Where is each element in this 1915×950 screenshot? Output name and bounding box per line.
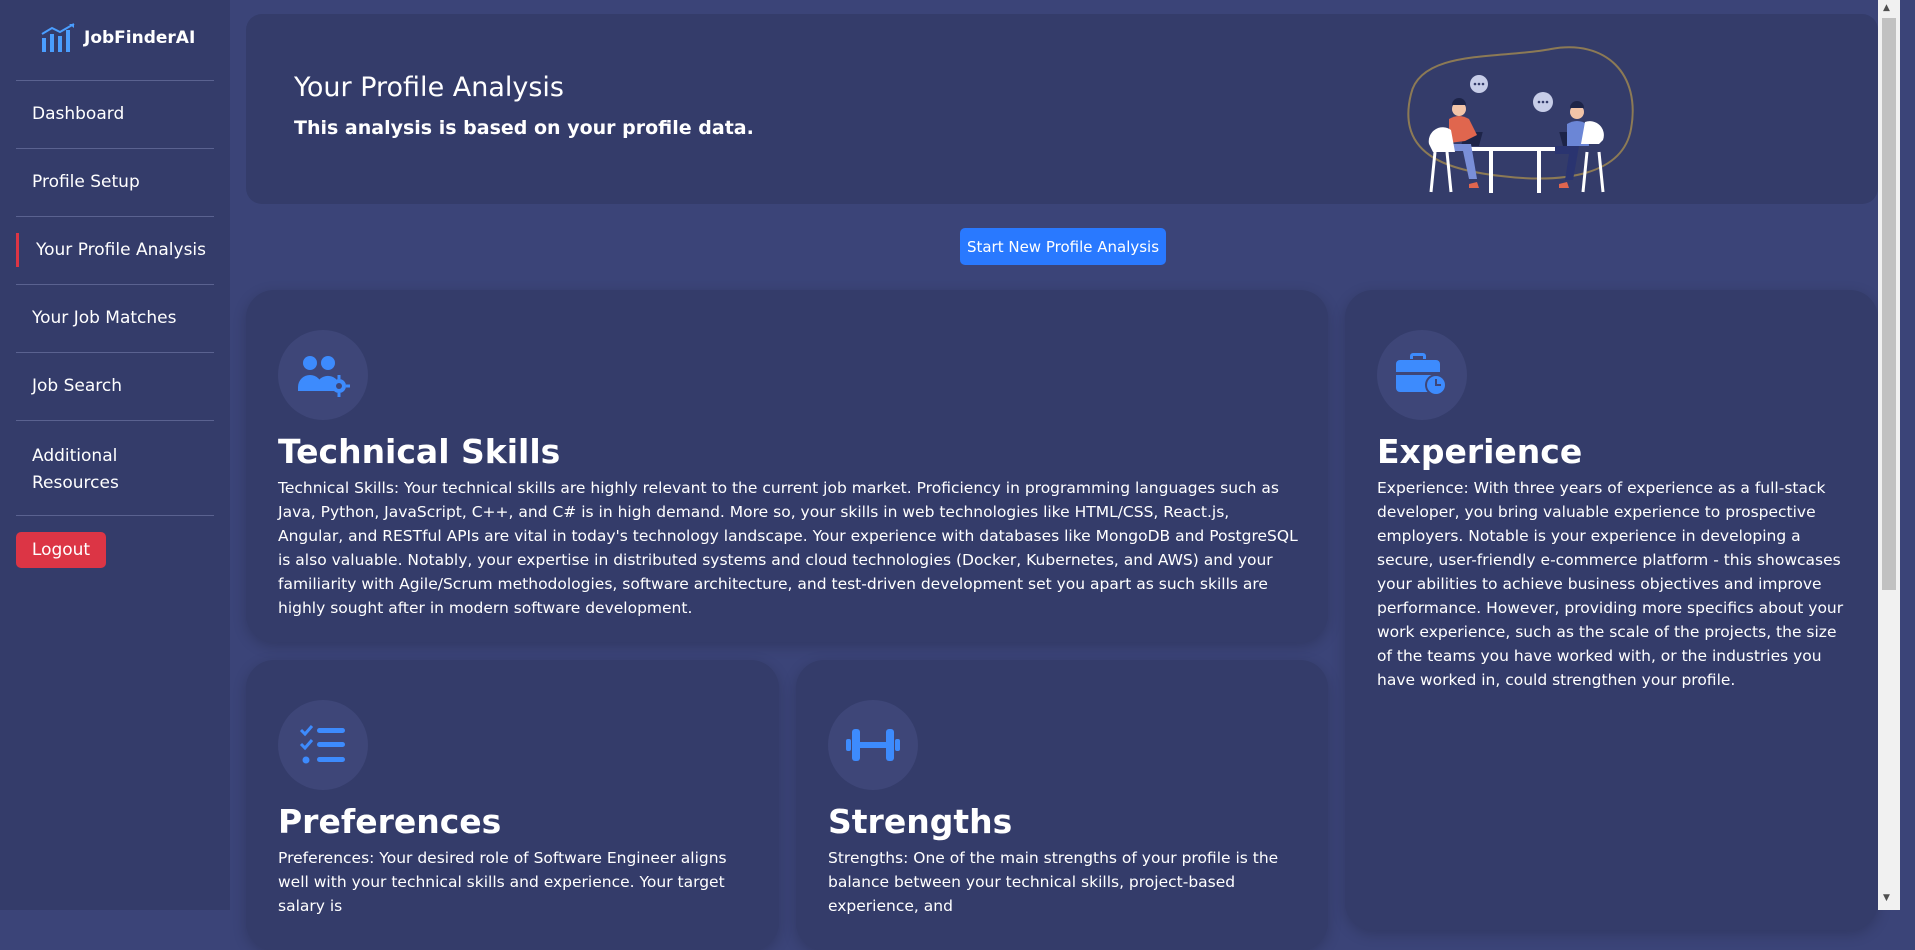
sidebar-item-job-search[interactable]: Job Search [16, 352, 214, 420]
logout-button[interactable]: Logout [16, 532, 106, 568]
strengths-card: Strengths Strengths: One of the main str… [796, 660, 1328, 950]
scroll-up-icon[interactable]: ▲ [1883, 3, 1890, 13]
experience-title: Experience [1377, 432, 1583, 471]
brand[interactable]: JobFinderAI [40, 22, 195, 54]
technical-skills-text: Technical Skills: Your technical skills … [278, 479, 1298, 617]
bar-chart-icon [41, 23, 75, 52]
preferences-card: Preferences Preferences: Your desired ro… [246, 660, 779, 950]
briefcase-clock-icon [1396, 353, 1447, 396]
technical-skills-title: Technical Skills [278, 432, 561, 471]
preferences-title: Preferences [278, 802, 502, 841]
sidebar-item-label: Your Profile Analysis [36, 240, 206, 260]
sidebar-item-label: Dashboard [32, 104, 125, 124]
experience-card: Experience Experience: With three years … [1345, 290, 1878, 930]
sidebar-item-label: Additional Resources [32, 446, 119, 493]
profile-analysis-banner: Your Profile Analysis This analysis is b… [246, 14, 1878, 204]
technical-skills-icon-circle [278, 330, 368, 420]
experience-text: Experience: With three years of experien… [1377, 479, 1844, 689]
experience-icon-circle [1377, 330, 1467, 420]
scroll-thumb[interactable] [1882, 18, 1896, 590]
strengths-text: Strengths: One of the main strengths of … [828, 849, 1279, 915]
sidebar-item-additional-resources[interactable]: Additional Resources [16, 420, 214, 515]
checklist-icon [299, 725, 345, 764]
sidebar-nav: Dashboard Profile Setup Your Profile Ana… [16, 80, 214, 516]
preferences-text: Preferences: Your desired role of Softwa… [278, 849, 727, 915]
users-gear-icon [298, 356, 350, 397]
start-new-analysis-button[interactable]: Start New Profile Analysis [960, 228, 1166, 265]
dumbbell-icon [846, 729, 900, 761]
sidebar-divider [16, 515, 214, 516]
sidebar-item-profile-analysis[interactable]: Your Profile Analysis [16, 216, 214, 284]
preferences-icon-circle [278, 700, 368, 790]
meeting-illustration [1407, 46, 1634, 193]
page-title: Your Profile Analysis [294, 72, 564, 103]
page-scrollbar[interactable]: ▲ ▼ [1878, 0, 1900, 910]
sidebar-item-job-matches[interactable]: Your Job Matches [16, 284, 214, 352]
scroll-down-icon[interactable]: ▼ [1883, 893, 1890, 903]
strengths-title: Strengths [828, 802, 1013, 841]
brand-name: JobFinderAI [84, 28, 196, 48]
sidebar: JobFinderAI Dashboard Profile Setup Your… [0, 0, 230, 910]
sidebar-item-label: Your Job Matches [32, 308, 177, 328]
sidebar-item-profile-setup[interactable]: Profile Setup [16, 148, 214, 216]
sidebar-item-label: Job Search [32, 376, 123, 396]
technical-skills-card: Technical Skills Technical Skills: Your … [246, 290, 1328, 642]
strengths-icon-circle [828, 700, 918, 790]
sidebar-item-dashboard[interactable]: Dashboard [16, 80, 214, 148]
sidebar-item-label: Profile Setup [32, 172, 140, 192]
page-subtitle: This analysis is based on your profile d… [294, 117, 754, 139]
